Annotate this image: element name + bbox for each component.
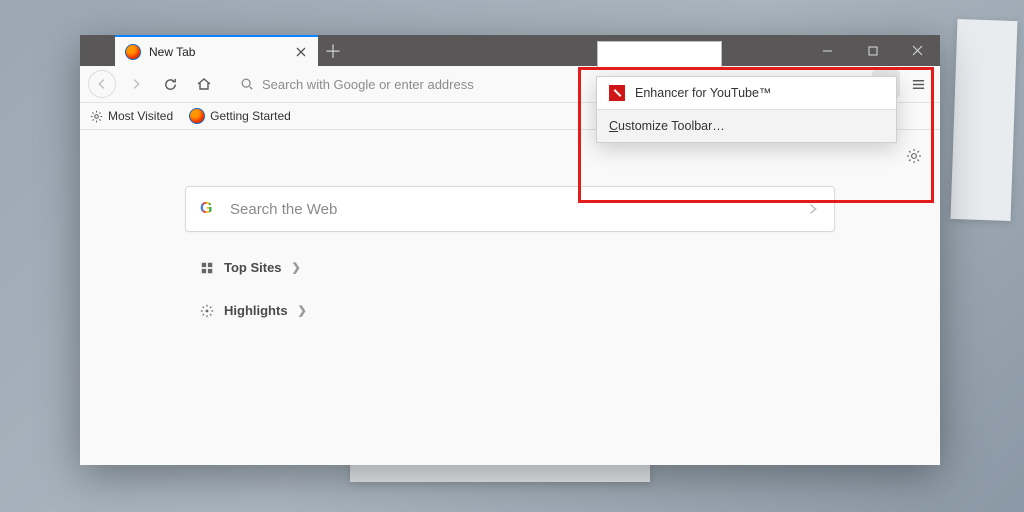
overflow-panel: Enhancer for YouTube™ Customize Toolbar…	[596, 76, 897, 143]
maximize-button[interactable]	[850, 35, 895, 66]
newtab-settings-button[interactable]	[906, 148, 922, 164]
section-label: Highlights	[224, 303, 288, 318]
forward-button[interactable]	[122, 70, 150, 98]
search-submit-icon[interactable]	[806, 202, 820, 216]
highlights-icon	[200, 304, 214, 318]
url-placeholder: Search with Google or enter address	[262, 77, 474, 92]
back-button[interactable]	[88, 70, 116, 98]
google-logo-icon	[200, 200, 218, 218]
overflow-item-enhancer[interactable]: Enhancer for YouTube™	[597, 77, 896, 109]
section-top-sites[interactable]: Top Sites ❯	[200, 260, 820, 275]
overflow-item-label: Customize Toolbar…	[609, 119, 725, 133]
bookmark-label: Getting Started	[210, 109, 291, 123]
window-close-button[interactable]	[895, 35, 940, 66]
home-button[interactable]	[190, 70, 218, 98]
tab-title: New Tab	[149, 45, 286, 59]
newtab-search-box[interactable]: Search the Web	[185, 186, 835, 232]
search-placeholder: Search the Web	[230, 201, 337, 218]
overflow-pinned-area[interactable]	[597, 41, 722, 68]
enhancer-extension-icon	[609, 85, 625, 101]
bookmark-label: Most Visited	[108, 109, 173, 123]
app-menu-button[interactable]	[904, 70, 932, 98]
new-tab-button[interactable]: ＋	[318, 35, 348, 66]
grid-icon	[200, 261, 214, 275]
overflow-item-label: Enhancer for YouTube™	[635, 86, 771, 100]
chevron-right-icon: ❯	[292, 261, 301, 274]
chevron-right-icon: ❯	[298, 304, 307, 317]
tab-close-button[interactable]	[294, 45, 308, 59]
overflow-customize-toolbar[interactable]: Customize Toolbar…	[597, 110, 896, 142]
minimize-button[interactable]	[805, 35, 850, 66]
bookmark-most-visited[interactable]: Most Visited	[90, 109, 173, 123]
bookmark-getting-started[interactable]: Getting Started	[189, 108, 291, 124]
gear-icon	[90, 110, 103, 123]
titlebar: New Tab ＋	[80, 35, 940, 66]
firefox-favicon-icon	[125, 44, 141, 60]
newtab-content: Search the Web Top Sites ❯ Highlights ❯	[80, 130, 940, 465]
search-icon	[240, 77, 254, 91]
section-label: Top Sites	[224, 260, 282, 275]
window-controls	[805, 35, 940, 66]
firefox-icon	[189, 108, 205, 124]
reload-button[interactable]	[156, 70, 184, 98]
section-highlights[interactable]: Highlights ❯	[200, 303, 820, 318]
tab-active[interactable]: New Tab	[115, 35, 318, 66]
